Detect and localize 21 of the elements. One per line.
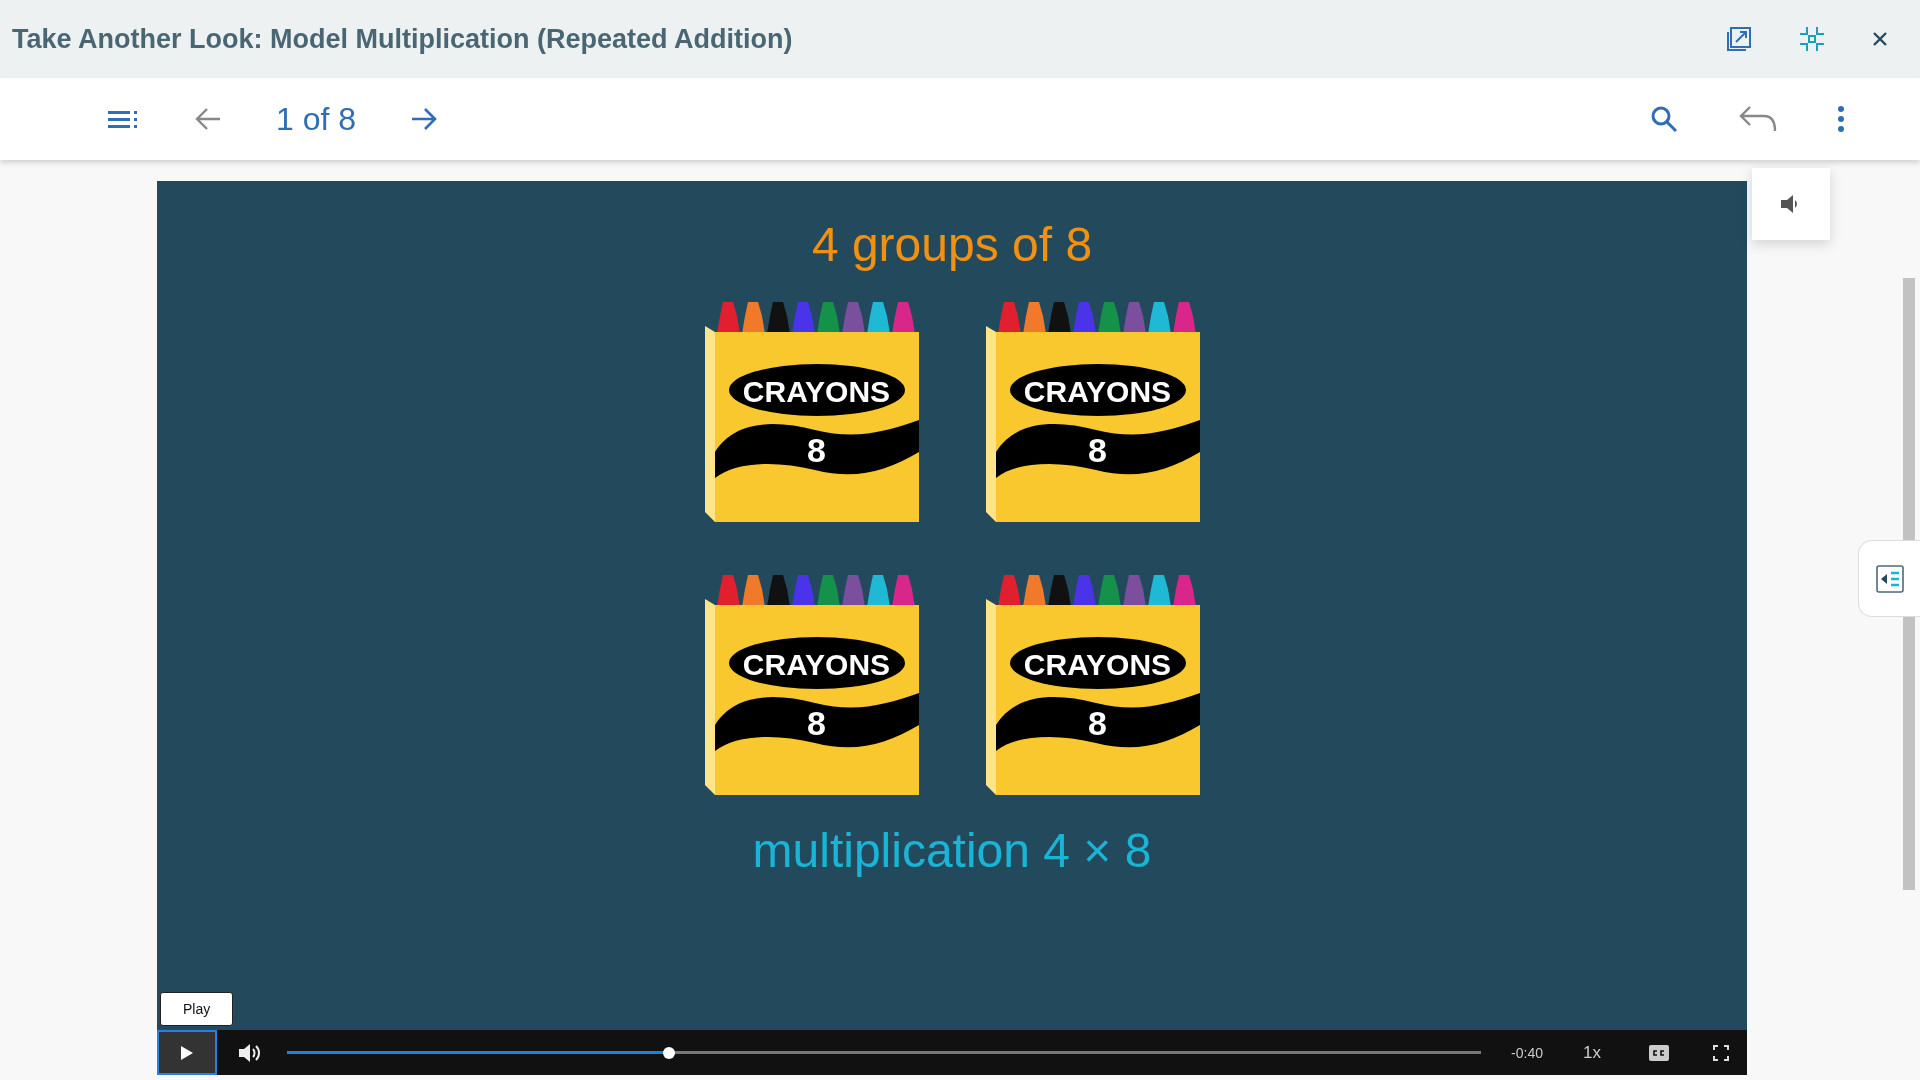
box-label: CRAYONS — [741, 375, 892, 409]
play-button[interactable] — [157, 1030, 217, 1075]
box-count: 8 — [1087, 704, 1108, 743]
box-label: CRAYONS — [1022, 648, 1173, 682]
play-icon — [181, 1045, 193, 1060]
side-panel-button[interactable] — [1858, 540, 1920, 617]
time-remaining: -0:40 — [1511, 1044, 1544, 1061]
box-count: 8 — [1087, 431, 1108, 470]
slider-thumb[interactable] — [663, 1046, 676, 1059]
play-tooltip: Play — [160, 992, 234, 1026]
slide-caption: multiplication 4 × 8 — [752, 823, 1152, 878]
audio-button[interactable] — [1752, 168, 1830, 240]
speed-button[interactable]: 1x — [1579, 1038, 1605, 1067]
slide-heading: 4 groups of 8 — [811, 217, 1093, 272]
panel-icon — [1875, 564, 1904, 593]
box-count: 8 — [806, 704, 827, 743]
box-label: CRAYONS — [1022, 375, 1173, 409]
box-count: 8 — [806, 431, 827, 470]
box-label: CRAYONS — [741, 648, 892, 682]
window-title: Take Another Look: Model Multiplication (Repeated Addition) — [12, 23, 794, 55]
page-indicator: 1 of 8 — [276, 100, 357, 138]
